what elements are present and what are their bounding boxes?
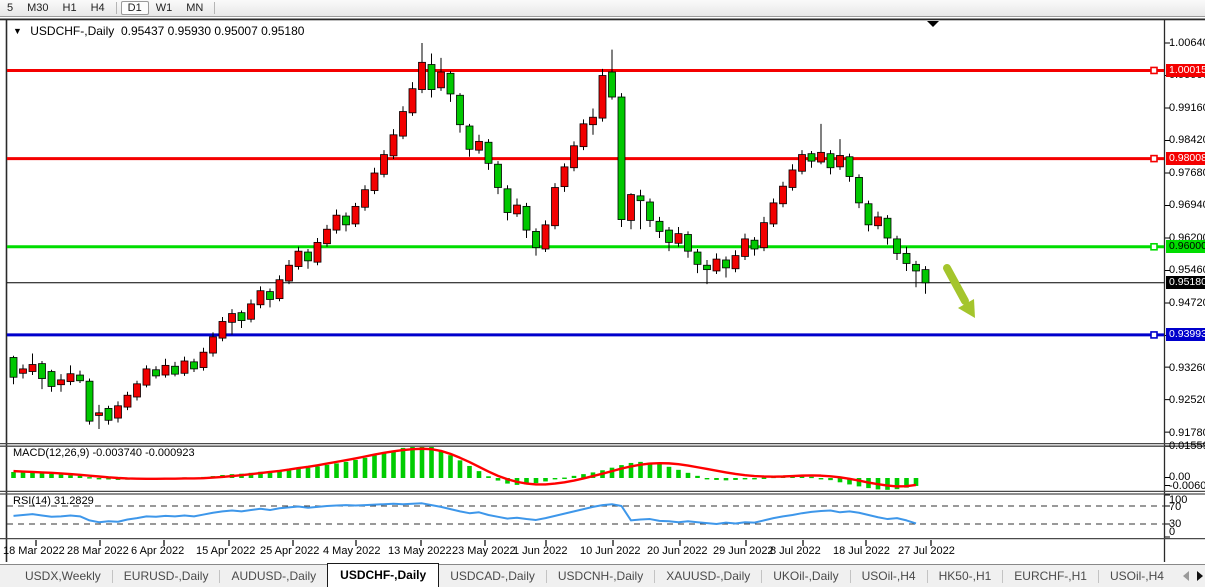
price-tick: 1.00640 xyxy=(1169,37,1205,49)
tab-usdx-weekly[interactable]: USDX,Weekly xyxy=(14,566,112,586)
tab-ukoil-daily[interactable]: UKOil-,Daily xyxy=(762,566,849,586)
rsi-indicator-label: RSI(14) 31.2829 xyxy=(13,495,94,507)
date-label: 28 Mar 2022 xyxy=(67,545,129,557)
date-label: 8 Jul 2022 xyxy=(770,545,821,557)
date-label: 20 Jun 2022 xyxy=(647,545,708,557)
price-chart-canvas[interactable] xyxy=(0,0,1205,587)
timeframe-button-d1[interactable]: D1 xyxy=(120,0,149,15)
tab-eurchf-h1[interactable]: EURCHF-,H1 xyxy=(1003,566,1098,586)
macd-indicator-label: MACD(12,26,9) -0.003740 -0.000923 xyxy=(13,447,195,459)
date-label: 6 Apr 2022 xyxy=(131,545,185,557)
price-tick: 0.98420 xyxy=(1169,134,1205,146)
toolbar-separator xyxy=(214,2,216,14)
tab-usdchf-daily[interactable]: USDCHF-,Daily xyxy=(327,563,440,587)
timeframe-button-mn[interactable]: MN xyxy=(179,1,210,15)
ohlc-values: 0.95437 0.95930 0.95007 0.95180 xyxy=(120,24,305,38)
chart-title: ▼ USDCHF-,Daily 0.95437 0.95930 0.95007 … xyxy=(13,24,304,38)
timeframe-button-h1[interactable]: H1 xyxy=(56,1,84,15)
tab-audusd-daily[interactable]: AUDUSD-,Daily xyxy=(220,566,327,586)
tab-usoil-h4-2[interactable]: USOil-,H4 xyxy=(1099,566,1175,586)
tab-scroll-right-icon[interactable] xyxy=(1196,571,1203,581)
symbol-label: USDCHF-,Daily xyxy=(30,24,115,38)
macd-scale-min: -0.00605 xyxy=(1169,480,1205,492)
date-label: 18 Jul 2022 xyxy=(833,545,890,557)
price-tick: 0.92520 xyxy=(1169,394,1205,406)
tab-usoil-h4[interactable]: USOil-,H4 xyxy=(851,566,927,586)
date-label: 4 May 2022 xyxy=(323,545,381,557)
timeframe-button-m30[interactable]: M30 xyxy=(20,1,55,15)
timeframe-button-h4[interactable]: H4 xyxy=(84,1,112,15)
rsi-scale-70: 70 xyxy=(1169,501,1182,513)
level-badge: 1.00015 xyxy=(1166,63,1205,77)
price-tick: 0.97680 xyxy=(1169,167,1205,179)
date-label: 18 Mar 2022 xyxy=(3,545,65,557)
tab-xauusd-daily[interactable]: XAUUSD-,Daily xyxy=(655,566,761,586)
price-tick: 0.99160 xyxy=(1169,102,1205,114)
timeframe-toolbar: 5 M30 H1 H4 D1 W1 MN xyxy=(0,0,1205,17)
symbol-tab-bar: USDX,Weekly EURUSD-,Daily AUDUSD-,Daily … xyxy=(0,563,1205,587)
rsi-scale-0: 0 xyxy=(1169,526,1176,538)
level-badge: 0.95180 xyxy=(1166,276,1205,290)
tab-eurusd-daily[interactable]: EURUSD-,Daily xyxy=(113,566,220,586)
date-label: 25 Apr 2022 xyxy=(260,545,320,557)
collapse-triangle-icon[interactable]: ▼ xyxy=(13,26,22,36)
date-label: 13 May 2022 xyxy=(388,545,452,557)
price-tick: 0.94720 xyxy=(1169,297,1205,309)
date-label: 27 Jul 2022 xyxy=(898,545,955,557)
level-badge: 0.93993 xyxy=(1166,328,1205,342)
tab-usdcad-daily[interactable]: USDCAD-,Daily xyxy=(439,566,546,586)
tab-hk50-h1[interactable]: HK50-,H1 xyxy=(928,566,1003,586)
tab-usdcnh-daily[interactable]: USDCNH-,Daily xyxy=(547,566,654,586)
level-badge: 0.98008 xyxy=(1166,152,1205,166)
price-tick: 0.96940 xyxy=(1169,199,1205,211)
price-tick: 0.93260 xyxy=(1169,362,1205,374)
level-badge: 0.96000 xyxy=(1166,240,1205,254)
tab-scroll-left-icon[interactable] xyxy=(1182,571,1189,581)
date-label: 10 Jun 2022 xyxy=(580,545,641,557)
mt4-chart-window: 5 M30 H1 H4 D1 W1 MN ▼ USDCHF-,Daily 0.9… xyxy=(0,0,1205,587)
date-label: 1 Jun 2022 xyxy=(513,545,568,557)
price-tick: 0.91780 xyxy=(1169,427,1205,439)
price-tick: 0.95460 xyxy=(1169,264,1205,276)
macd-scale-max: 0.0155981 xyxy=(1169,440,1205,452)
date-label: 23 May 2022 xyxy=(452,545,516,557)
date-label: 29 Jun 2022 xyxy=(713,545,774,557)
date-label: 15 Apr 2022 xyxy=(196,545,256,557)
toolbar-separator xyxy=(115,2,117,14)
timeframe-button-w1[interactable]: W1 xyxy=(149,1,180,15)
timeframe-button-m5[interactable]: 5 xyxy=(0,1,20,15)
